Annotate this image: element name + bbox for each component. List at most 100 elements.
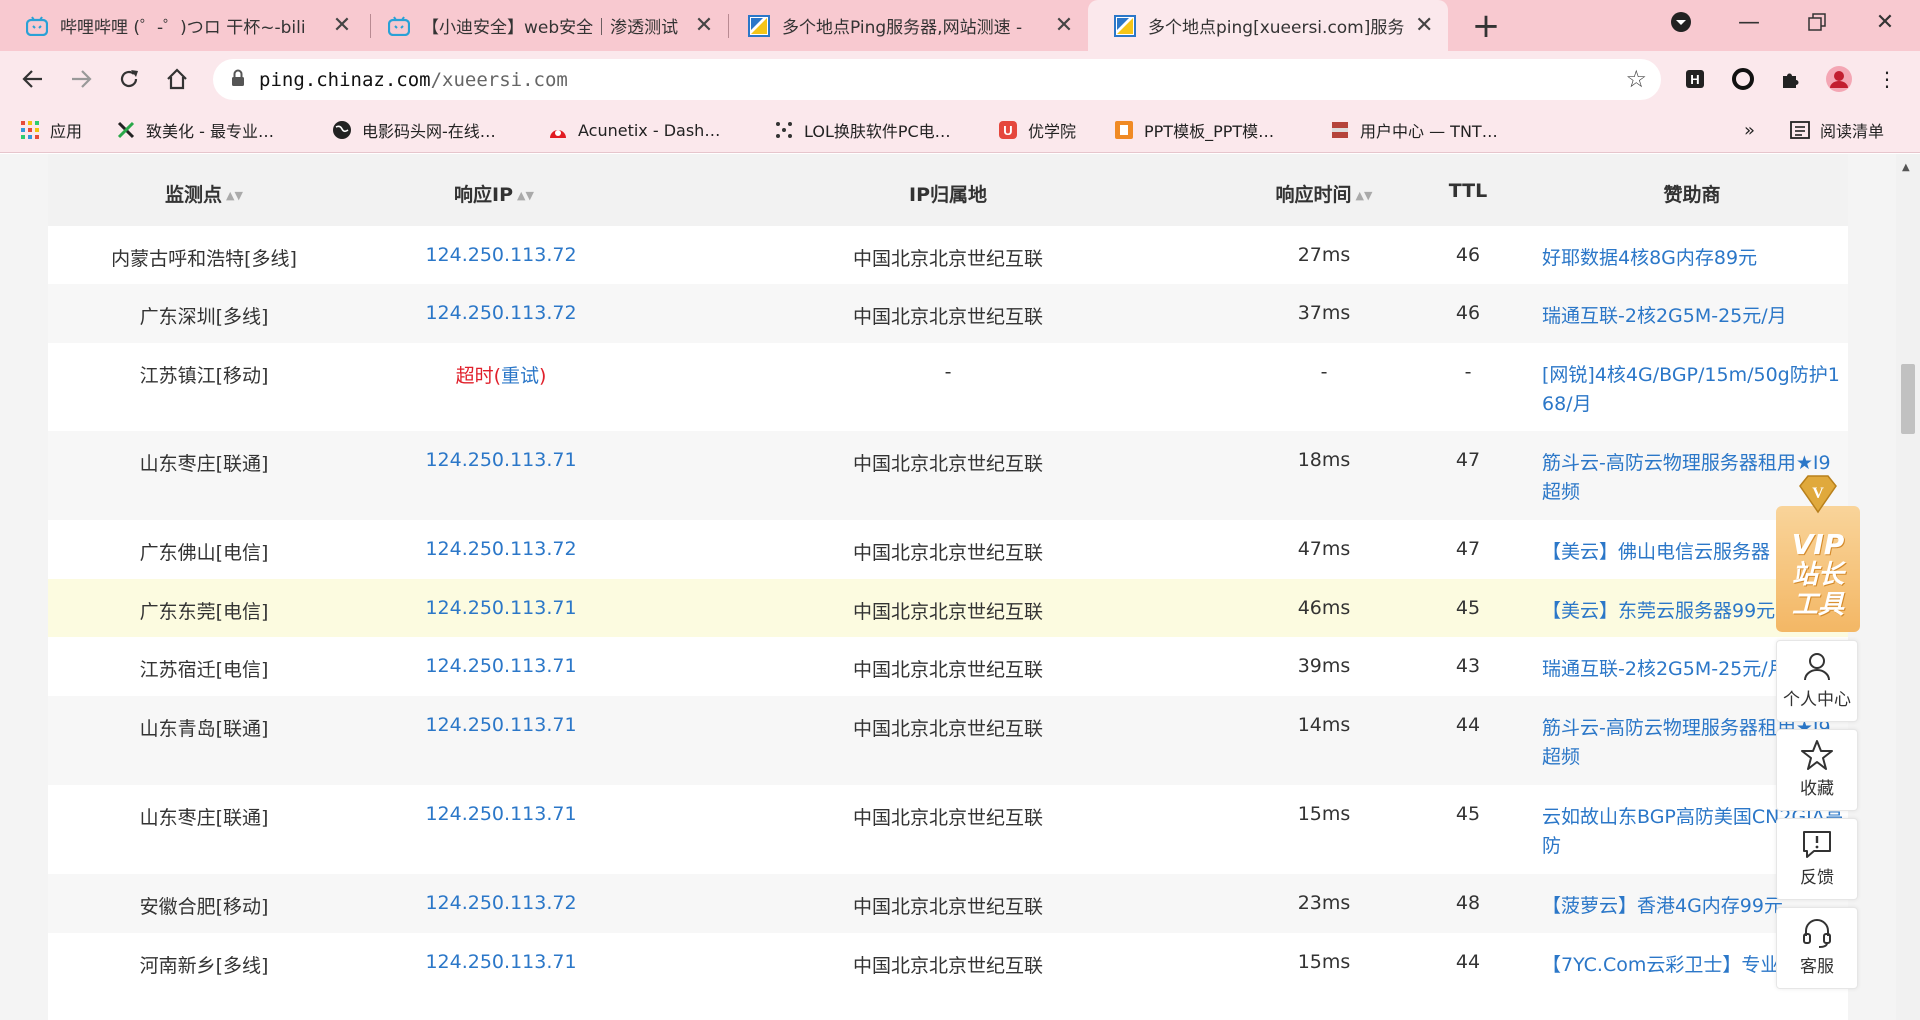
page-viewport: 监测点 ▲▼ 响应IP ▲▼ IP归属地 响应时间 ▲▼ TTL 赞助商 内蒙古呼和浩… bbox=[0, 154, 1920, 1020]
cell-time: 47ms bbox=[1297, 538, 1351, 560]
cell-node: 广东佛山[电信] bbox=[139, 542, 269, 564]
close-tab-icon[interactable]: ✕ bbox=[1414, 13, 1434, 38]
ping-results-panel: 监测点 ▲▼ 响应IP ▲▼ IP归属地 响应时间 ▲▼ TTL 赞助商 内蒙古呼和浩… bbox=[48, 154, 1848, 1020]
cell-node: 广东深圳[多线] bbox=[139, 306, 269, 328]
bookmark-tnt[interactable]: 用户中心 — TNT… bbox=[1330, 107, 1498, 153]
cell-time: 15ms bbox=[1297, 803, 1351, 825]
close-tab-icon[interactable]: ✕ bbox=[694, 13, 714, 38]
new-tab-button[interactable]: + bbox=[1466, 6, 1506, 46]
cell-ip[interactable]: 124.250.113.71 bbox=[425, 449, 576, 471]
tab-xiaodi-security[interactable]: 【小迪安全】web安全｜渗透测试 ✕ bbox=[362, 0, 728, 51]
table-row: 江苏镇江[移动] 超时(重试) - - - [网锐]4核4G/BGP/15m/5… bbox=[48, 343, 1848, 431]
profile-avatar[interactable] bbox=[1824, 64, 1854, 94]
sort-icon: ▲▼ bbox=[517, 189, 534, 202]
page-scrollbar[interactable]: ▲ bbox=[1896, 154, 1920, 1020]
feedback-button[interactable]: 反馈 bbox=[1776, 818, 1858, 900]
vip-webmaster-tools-badge[interactable]: V VIP 站长 工具 bbox=[1776, 474, 1860, 634]
cell-location: 中国北京北京世纪互联 bbox=[852, 306, 1044, 328]
reload-button[interactable] bbox=[112, 62, 146, 96]
cell-ttl: 44 bbox=[1455, 714, 1481, 736]
ppt-icon bbox=[1114, 120, 1134, 140]
tab-bilibili-home[interactable]: 哔哩哔哩 (゜-゜)つロ 干杯~-bili ✕ bbox=[0, 0, 366, 51]
customer-service-button[interactable]: 客服 bbox=[1776, 907, 1858, 989]
chevron-down-icon bbox=[1671, 12, 1691, 32]
header-sponsor: 赞助商 bbox=[1663, 184, 1721, 206]
bookmark-lol[interactable]: LOL换肤软件PC电… bbox=[774, 107, 951, 153]
cell-ip[interactable]: 124.250.113.71 bbox=[425, 803, 576, 825]
tab-title: 【小迪安全】web安全｜渗透测试 bbox=[422, 18, 679, 38]
cell-time: 18ms bbox=[1297, 449, 1351, 471]
cell-ttl: 47 bbox=[1455, 538, 1481, 560]
cell-time: 14ms bbox=[1297, 714, 1351, 736]
personal-center-button[interactable]: 个人中心 bbox=[1776, 640, 1858, 722]
bilibili-icon bbox=[388, 15, 410, 37]
close-tab-icon[interactable]: ✕ bbox=[1054, 13, 1074, 38]
bookmark-ulearning[interactable]: U 优学院 bbox=[998, 107, 1076, 153]
cell-time: 23ms bbox=[1297, 892, 1351, 914]
back-button[interactable] bbox=[16, 62, 50, 96]
header-node[interactable]: 监测点 ▲▼ bbox=[165, 180, 243, 207]
scrollbar-thumb[interactable] bbox=[1901, 364, 1915, 434]
cell-time: - bbox=[1320, 361, 1328, 383]
cell-location: 中国北京北京世纪互联 bbox=[852, 248, 1044, 270]
tab-title: 哔哩哔哩 (゜-゜)つロ 干杯~-bili bbox=[60, 18, 306, 38]
cell-ip[interactable]: 124.250.113.72 bbox=[425, 538, 576, 560]
close-tab-icon[interactable]: ✕ bbox=[332, 13, 352, 38]
bookmark-acunetix[interactable]: Acunetix - Dash… bbox=[548, 107, 720, 153]
cell-ip[interactable]: 124.250.113.72 bbox=[425, 892, 576, 914]
reading-list-button[interactable]: 阅读清单 bbox=[1790, 107, 1884, 153]
favorites-button[interactable]: 收藏 bbox=[1776, 729, 1858, 811]
cell-ip[interactable]: 124.250.113.72 bbox=[425, 302, 576, 324]
forward-button[interactable] bbox=[64, 62, 98, 96]
cell-sponsor-link[interactable]: [网锐]4核4G/BGP/15m/50g防护168/月 bbox=[1542, 361, 1847, 419]
side-button-label: 收藏 bbox=[1800, 779, 1834, 799]
reading-list-icon bbox=[1790, 120, 1810, 140]
tab-strip: 哔哩哔哩 (゜-゜)つロ 干杯~-bili ✕ 【小迪安全】web安全｜渗透测试… bbox=[0, 0, 1920, 51]
bookmark-ppt[interactable]: PPT模板_PPT模… bbox=[1114, 107, 1274, 153]
cell-ip[interactable]: 124.250.113.71 bbox=[425, 951, 576, 973]
bookmark-zhimeihua[interactable]: 致美化 - 最专业… bbox=[116, 107, 274, 153]
cell-ip[interactable]: 124.250.113.71 bbox=[425, 597, 576, 619]
bookmark-apps[interactable]: 应用 bbox=[20, 107, 82, 153]
cell-ttl: 46 bbox=[1455, 244, 1481, 266]
cell-ip[interactable]: 124.250.113.71 bbox=[425, 714, 576, 736]
cell-sponsor-link[interactable]: 好耶数据4核8G内存89元 bbox=[1542, 244, 1847, 273]
bookmarks-overflow-button[interactable]: » bbox=[1744, 107, 1755, 153]
scroll-up-arrow-icon[interactable]: ▲ bbox=[1902, 162, 1910, 173]
table-row: 河南新乡[多线] 124.250.113.71 中国北京北京世纪互联 15ms … bbox=[48, 933, 1848, 1020]
cell-time: 15ms bbox=[1297, 951, 1351, 973]
cell-ip[interactable]: 124.250.113.71 bbox=[425, 655, 576, 677]
cell-ttl: 46 bbox=[1455, 302, 1481, 324]
bookmark-movie[interactable]: 电影码头网-在线… bbox=[332, 107, 496, 153]
cell-ttl: 44 bbox=[1455, 951, 1481, 973]
svg-text:U: U bbox=[1003, 123, 1012, 138]
tab-search-button[interactable] bbox=[1652, 0, 1710, 44]
retry-link[interactable]: 重试 bbox=[501, 365, 539, 387]
reading-list-label: 阅读清单 bbox=[1820, 122, 1885, 141]
header-ip[interactable]: 响应IP ▲▼ bbox=[454, 180, 534, 207]
restore-button[interactable] bbox=[1788, 0, 1846, 44]
cell-ttl: 48 bbox=[1455, 892, 1481, 914]
close-window-button[interactable]: ✕ bbox=[1856, 0, 1914, 44]
cell-sponsor-link[interactable]: 瑞通互联-2核2G5M-25元/月 bbox=[1542, 302, 1847, 331]
cell-time: 46ms bbox=[1297, 597, 1351, 619]
address-bar[interactable]: ping.chinaz.com/xueersi.com ☆ bbox=[213, 59, 1661, 100]
table-row: 山东枣庄[联通] 124.250.113.71 中国北京北京世纪互联 15ms … bbox=[48, 785, 1848, 874]
bookmark-label: 应用 bbox=[50, 122, 83, 141]
extensions-puzzle-icon[interactable] bbox=[1776, 64, 1806, 94]
cell-ip[interactable]: 124.250.113.72 bbox=[425, 244, 576, 266]
minimize-button[interactable]: — bbox=[1720, 0, 1778, 44]
cell-location: 中国北京北京世纪互联 bbox=[852, 807, 1044, 829]
header-time[interactable]: 响应时间 ▲▼ bbox=[1276, 180, 1373, 207]
home-button[interactable] bbox=[160, 62, 194, 96]
tab-chinaz-xueersi[interactable]: 多个地点ping[xueersi.com]服务器 ✕ bbox=[1088, 0, 1448, 51]
extension-circle-icon[interactable] bbox=[1728, 64, 1758, 94]
extension-h-icon[interactable]: H bbox=[1680, 64, 1710, 94]
bookmark-star-icon[interactable]: ☆ bbox=[1625, 65, 1647, 93]
bookmark-label: Acunetix - Dash… bbox=[578, 120, 721, 140]
menu-kebab-icon[interactable]: ⋮ bbox=[1872, 64, 1902, 94]
tab-chinaz-ping[interactable]: 多个地点Ping服务器,网站测速 - ✕ bbox=[722, 0, 1088, 51]
cell-node: 河南新乡[多线] bbox=[139, 955, 269, 977]
lock-icon[interactable] bbox=[231, 69, 245, 91]
zhimeihua-icon bbox=[116, 120, 136, 140]
